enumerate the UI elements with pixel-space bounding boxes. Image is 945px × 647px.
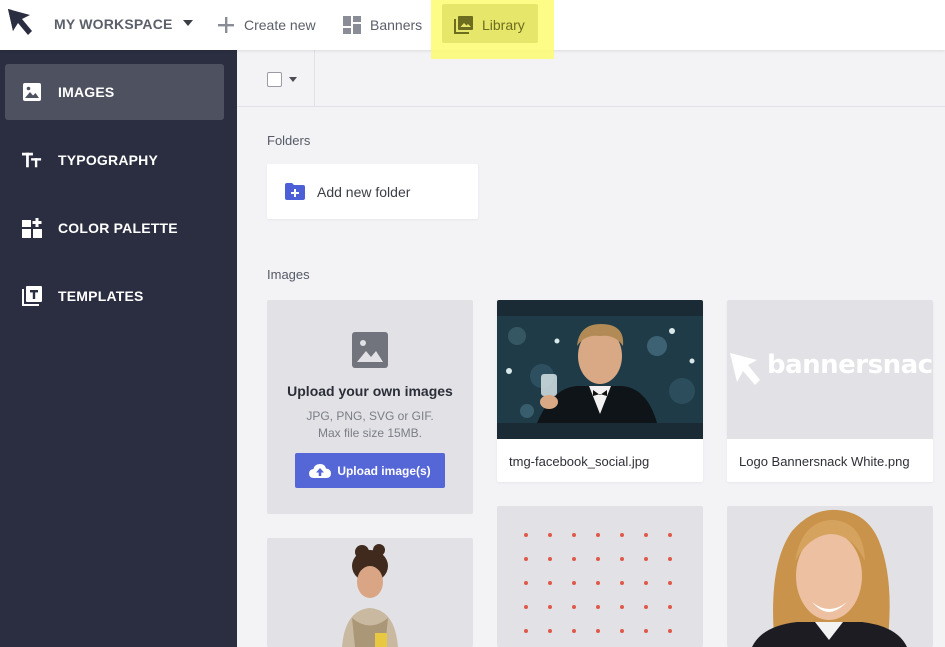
pattern-dot bbox=[668, 629, 672, 633]
sidebar-item-templates[interactable]: TEMPLATES bbox=[5, 268, 224, 324]
sidebar-item-color-palette[interactable]: COLOR PALETTE bbox=[5, 200, 224, 256]
pattern-dot bbox=[644, 533, 648, 537]
image-card[interactable]: tmg-facebook_social.jpg bbox=[497, 300, 703, 482]
upload-max-size: Max file size 15MB. bbox=[317, 426, 423, 440]
pattern-dot bbox=[644, 581, 648, 585]
pattern-dot bbox=[644, 557, 648, 561]
pattern-dot bbox=[548, 581, 552, 585]
pattern-dot bbox=[668, 557, 672, 561]
pattern-dot bbox=[572, 581, 576, 585]
upload-images-button[interactable]: Upload image(s) bbox=[295, 453, 445, 488]
add-folder-label: Add new folder bbox=[317, 183, 411, 200]
dashboard-icon bbox=[343, 16, 361, 34]
man-raising-glass-photo bbox=[497, 300, 703, 439]
sidebar-item-label: IMAGES bbox=[58, 84, 115, 100]
pattern-dot bbox=[596, 629, 600, 633]
pattern-dot bbox=[548, 557, 552, 561]
upload-formats: JPG, PNG, SVG or GIF. bbox=[306, 409, 434, 423]
nav-banners-label: Banners bbox=[370, 17, 423, 33]
sidebar-item-images[interactable]: IMAGES bbox=[5, 64, 224, 120]
pattern-dot bbox=[524, 557, 528, 561]
select-all-checkbox[interactable] bbox=[267, 72, 282, 87]
sidebar-item-label: TEMPLATES bbox=[58, 288, 144, 304]
image-card-caption: Logo Bannersnack White.png bbox=[739, 454, 910, 469]
nav-banners[interactable]: Banners bbox=[343, 0, 422, 50]
pattern-dot bbox=[620, 533, 624, 537]
nav-library-label: Library bbox=[482, 17, 525, 33]
add-folder-icon bbox=[285, 183, 305, 200]
pattern-dot bbox=[644, 605, 648, 609]
nav-create-new-label: Create new bbox=[244, 17, 316, 33]
bannersnack-logo-icon[interactable] bbox=[6, 7, 34, 37]
photo-library-icon bbox=[454, 16, 473, 34]
blonde-woman-portrait bbox=[752, 509, 907, 647]
pattern-dot bbox=[668, 605, 672, 609]
pattern-dot bbox=[524, 581, 528, 585]
pattern-dot bbox=[572, 533, 576, 537]
upload-images-label: Upload image(s) bbox=[337, 463, 431, 478]
nav-create-new[interactable]: Create new bbox=[217, 0, 316, 50]
add-folder-button[interactable]: Add new folder bbox=[267, 164, 478, 219]
red-dot-pattern bbox=[524, 533, 672, 633]
pattern-dot bbox=[668, 581, 672, 585]
pattern-dot bbox=[644, 629, 648, 633]
pattern-dot bbox=[620, 629, 624, 633]
images-heading: Images bbox=[267, 267, 310, 282]
pattern-dot bbox=[524, 629, 528, 633]
pattern-dot bbox=[620, 557, 624, 561]
bannersnack-logo-text: bannersnack bbox=[767, 350, 933, 380]
pattern-dot bbox=[548, 533, 552, 537]
color-palette-icon bbox=[22, 218, 42, 238]
bannersnack-logo: bannersnack bbox=[727, 300, 933, 439]
workspace-selector[interactable]: MY WORKSPACE bbox=[54, 16, 173, 32]
image-card-caption: tmg-facebook_social.jpg bbox=[509, 454, 650, 469]
image-card[interactable]: bannersnack Logo Bannersnack White.png bbox=[727, 300, 933, 482]
image-card[interactable] bbox=[267, 538, 473, 647]
selection-toolbar bbox=[237, 50, 945, 107]
image-placeholder-icon bbox=[352, 332, 388, 368]
nav-library[interactable]: Library bbox=[454, 0, 525, 50]
toolbar-divider bbox=[314, 50, 315, 107]
pattern-dot bbox=[548, 629, 552, 633]
plus-icon bbox=[217, 16, 235, 34]
woman-with-scarf-photo bbox=[342, 544, 398, 647]
pattern-dot bbox=[572, 629, 576, 633]
chevron-down-icon[interactable] bbox=[183, 20, 193, 26]
sidebar: IMAGES TYPOGRAPHY COLOR PALETTE TEMPLATE… bbox=[0, 50, 237, 647]
pattern-dot bbox=[572, 605, 576, 609]
templates-icon bbox=[22, 286, 42, 306]
sidebar-item-label: TYPOGRAPHY bbox=[58, 152, 159, 168]
library-main: Folders Add new folder Images Upload you… bbox=[237, 50, 945, 647]
folders-heading: Folders bbox=[267, 133, 311, 148]
pattern-dot bbox=[596, 533, 600, 537]
pattern-dot bbox=[668, 533, 672, 537]
image-icon bbox=[22, 82, 42, 102]
upload-title: Upload your own images bbox=[287, 383, 453, 399]
pattern-dot bbox=[596, 581, 600, 585]
pattern-dot bbox=[596, 605, 600, 609]
chevron-down-icon[interactable] bbox=[289, 77, 297, 82]
cloud-upload-icon bbox=[309, 463, 332, 479]
upload-dropzone[interactable]: Upload your own images JPG, PNG, SVG or … bbox=[267, 300, 473, 514]
pattern-dot bbox=[620, 581, 624, 585]
pattern-dot bbox=[596, 557, 600, 561]
sidebar-item-label: COLOR PALETTE bbox=[58, 220, 178, 236]
pattern-dot bbox=[524, 605, 528, 609]
pattern-dot bbox=[572, 557, 576, 561]
typography-icon bbox=[22, 150, 42, 170]
pattern-dot bbox=[548, 605, 552, 609]
image-card[interactable] bbox=[497, 506, 703, 647]
pattern-dot bbox=[620, 605, 624, 609]
sidebar-item-typography[interactable]: TYPOGRAPHY bbox=[5, 132, 224, 188]
image-card[interactable] bbox=[727, 506, 933, 647]
pattern-dot bbox=[524, 533, 528, 537]
top-bar: MY WORKSPACE Create new Banners Library bbox=[0, 0, 945, 59]
